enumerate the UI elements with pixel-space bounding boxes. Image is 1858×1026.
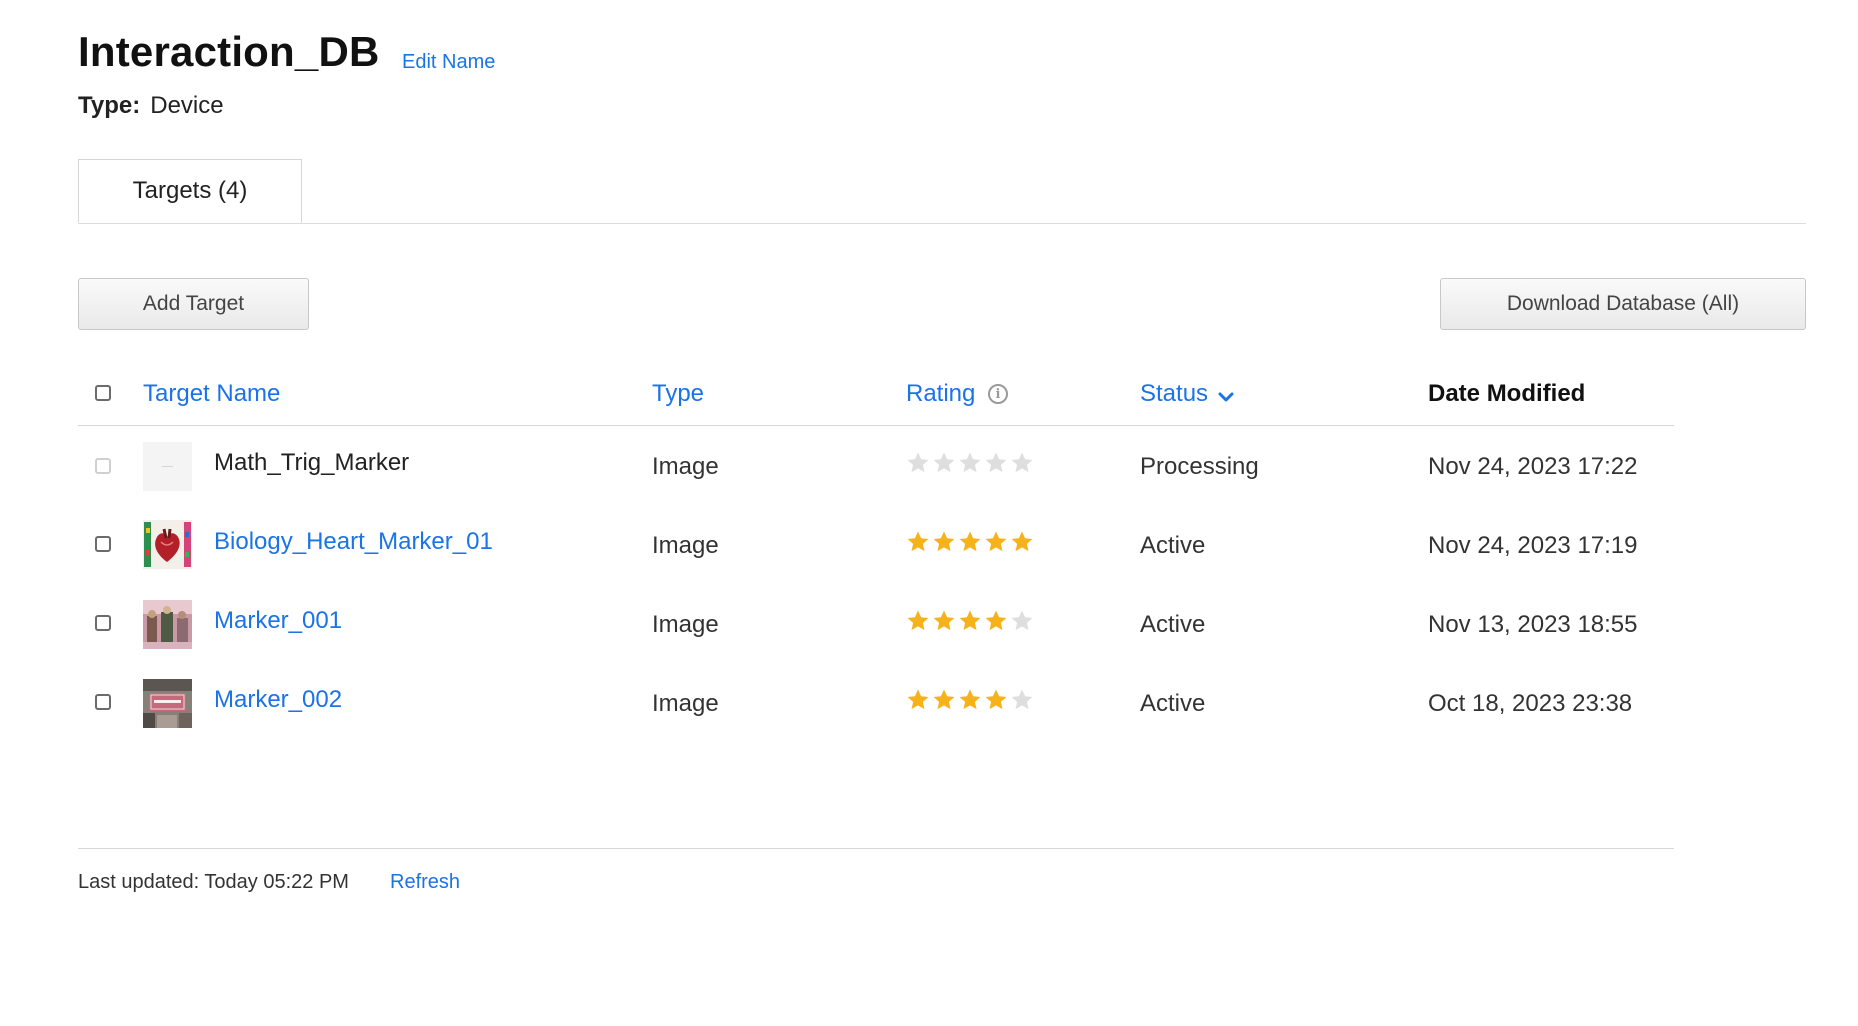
footer-divider (78, 848, 1674, 849)
star-icon (959, 610, 981, 631)
edit-name-link[interactable]: Edit Name (402, 51, 495, 74)
star-icon (959, 689, 981, 710)
target-status: Processing (1140, 453, 1259, 480)
add-target-button[interactable]: Add Target (78, 278, 309, 330)
target-type: Image (652, 453, 719, 480)
star-icon (933, 689, 955, 710)
column-header-rating[interactable]: Rating (906, 380, 975, 408)
column-header-target-name[interactable]: Target Name (143, 380, 280, 408)
star-icon (933, 610, 955, 631)
target-name-link[interactable]: Marker_002 (214, 686, 342, 714)
star-icon (907, 689, 929, 710)
star-icon (959, 452, 981, 473)
last-updated-text: Last updated: Today 05:22 PM (78, 871, 349, 893)
star-icon (1011, 452, 1033, 473)
row-checkbox[interactable] (95, 536, 111, 552)
star-icon (907, 531, 929, 552)
star-icon (985, 452, 1007, 473)
star-icon (907, 452, 929, 473)
rating-stars (906, 609, 1034, 633)
table-row: Biology_Heart_Marker_01 Image Active Nov… (0, 506, 1858, 585)
table-row: Marker_002 Image Active Oct 18, 2023 23:… (0, 664, 1858, 743)
table-row: Math_Trig_Marker Image Processing Nov 24… (0, 427, 1858, 506)
star-icon (985, 531, 1007, 552)
refresh-link[interactable]: Refresh (390, 871, 460, 894)
type-value: Device (150, 92, 224, 119)
database-type: Type: Device (78, 92, 224, 120)
select-all-checkbox[interactable] (95, 385, 111, 401)
target-type: Image (652, 611, 719, 638)
rating-stars (906, 530, 1034, 554)
star-icon (985, 610, 1007, 631)
target-date: Nov 24, 2023 17:19 (1428, 532, 1638, 559)
target-date: Nov 13, 2023 18:55 (1428, 611, 1638, 638)
star-icon (1011, 610, 1033, 631)
row-checkbox[interactable] (95, 694, 111, 710)
chevron-down-icon[interactable] (1218, 391, 1234, 403)
star-icon (1011, 531, 1033, 552)
target-type: Image (652, 532, 719, 559)
photo-thumbnail (143, 600, 192, 649)
star-icon (907, 610, 929, 631)
star-icon (985, 689, 1007, 710)
target-status: Active (1140, 690, 1206, 717)
row-checkbox[interactable] (95, 615, 111, 631)
tabs-divider (78, 223, 1806, 224)
info-icon[interactable]: i (988, 384, 1008, 404)
column-header-status[interactable]: Status (1140, 380, 1208, 408)
target-name-link[interactable]: Marker_001 (214, 607, 342, 635)
target-type: Image (652, 690, 719, 717)
row-checkbox (95, 458, 111, 474)
welcome-thumbnail (143, 679, 192, 728)
header-divider (78, 425, 1674, 426)
star-icon (933, 531, 955, 552)
heart-thumbnail (143, 520, 192, 569)
type-label: Type: (78, 92, 141, 119)
star-icon (1011, 689, 1033, 710)
placeholder-thumbnail (143, 442, 192, 491)
column-header-type[interactable]: Type (652, 380, 704, 408)
rating-stars (906, 688, 1034, 712)
target-date: Oct 18, 2023 23:38 (1428, 690, 1633, 717)
rating-stars (906, 451, 1034, 475)
star-icon (959, 531, 981, 552)
target-date: Nov 24, 2023 17:22 (1428, 453, 1638, 480)
star-icon (933, 452, 955, 473)
target-status: Active (1140, 532, 1206, 559)
target-status: Active (1140, 611, 1206, 638)
page-title: Interaction_DB (78, 28, 380, 75)
table-row: Marker_001 Image Active Nov 13, 2023 18:… (0, 585, 1858, 664)
download-database-button[interactable]: Download Database (All) (1440, 278, 1806, 330)
target-name: Math_Trig_Marker (214, 449, 410, 476)
target-name-link[interactable]: Biology_Heart_Marker_01 (214, 528, 493, 556)
column-header-date-modified[interactable]: Date Modified (1428, 380, 1585, 408)
tab-targets[interactable]: Targets (4) (78, 159, 302, 223)
